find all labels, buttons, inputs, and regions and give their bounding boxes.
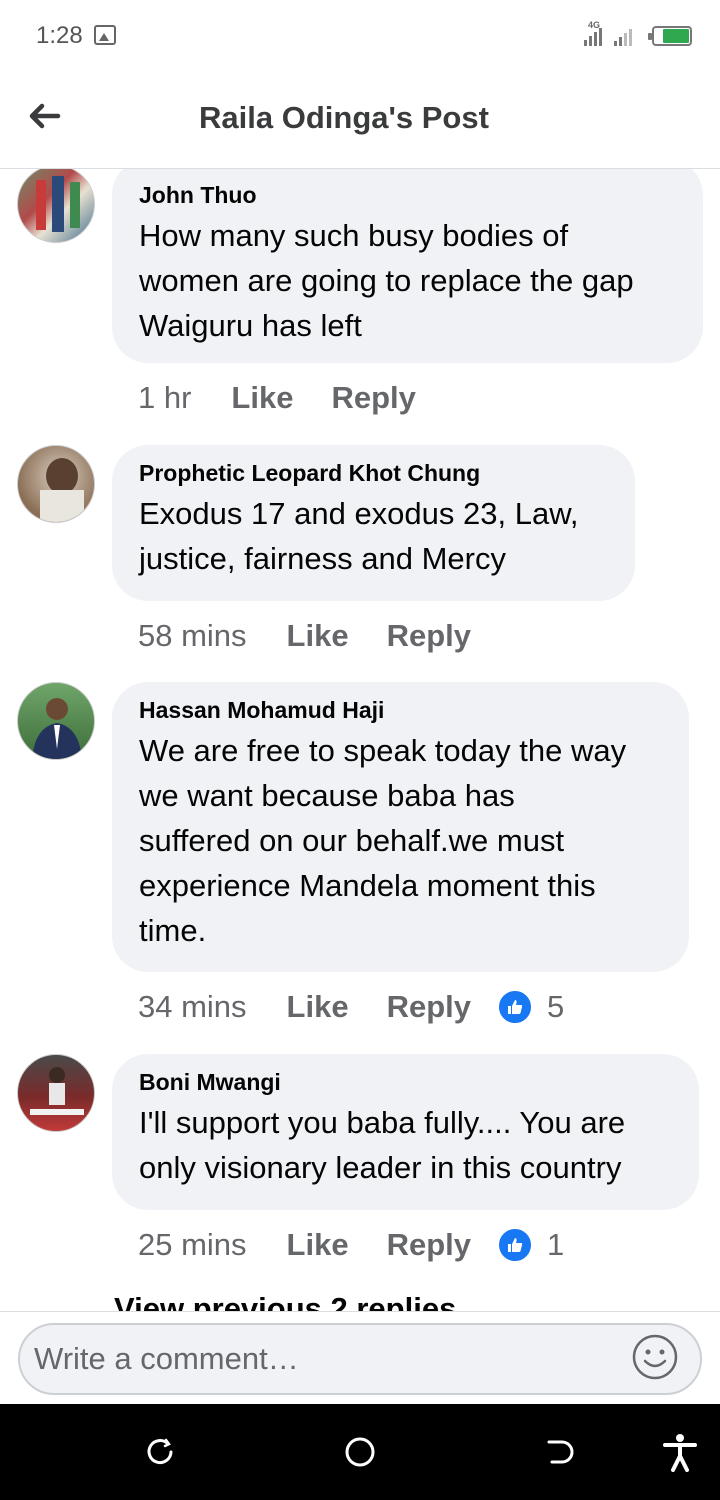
reaction-count[interactable]: 5: [547, 989, 564, 1025]
comment-bubble[interactable]: Hassan Mohamud Haji We are free to speak…: [112, 682, 689, 972]
comment-text: How many such busy bodies of women are g…: [139, 218, 634, 343]
smiley-icon: [632, 1334, 678, 1380]
avatar[interactable]: [17, 1054, 95, 1132]
recent-apps-button[interactable]: [140, 1432, 180, 1472]
comment-timestamp[interactable]: 25 mins: [138, 1227, 247, 1263]
comment-bubble[interactable]: John Thuo How many such busy bodies of w…: [112, 169, 703, 363]
comment-actions: 34 mins Like Reply 5: [138, 987, 564, 1027]
recent-apps-icon: [147, 1438, 173, 1465]
home-button[interactable]: [340, 1432, 380, 1472]
comment-bubble[interactable]: Boni Mwangi I'll support you baba fully.…: [112, 1054, 699, 1210]
reply-button[interactable]: Reply: [331, 380, 415, 416]
accessibility-icon: [663, 1434, 697, 1472]
gallery-notification-icon: [94, 25, 116, 45]
comment-author[interactable]: Hassan Mohamud Haji: [139, 696, 663, 724]
comment-timestamp[interactable]: 1 hr: [138, 380, 191, 416]
reply-button[interactable]: Reply: [387, 1227, 471, 1263]
avatar[interactable]: [17, 682, 95, 760]
thumbs-up-reaction-icon[interactable]: [497, 1227, 533, 1263]
view-previous-replies-link[interactable]: View previous 2 replies: [114, 1291, 456, 1311]
accessibility-button[interactable]: [660, 1432, 700, 1472]
reaction-count[interactable]: 1: [547, 1227, 564, 1263]
comments-list: John Thuo How many such busy bodies of w…: [0, 169, 720, 1311]
page-title: Raila Odinga's Post: [199, 100, 489, 135]
like-button[interactable]: Like: [287, 1227, 349, 1263]
comment-actions: 1 hr Like Reply: [138, 378, 454, 418]
avatar[interactable]: [17, 445, 95, 523]
comment-text: We are free to speak today the way we wa…: [139, 733, 627, 948]
signal-strength-icon-2: [614, 26, 632, 46]
home-icon: [345, 1437, 375, 1467]
comment-actions: 58 mins Like Reply: [138, 616, 509, 656]
reply-button[interactable]: Reply: [387, 989, 471, 1025]
comment-author[interactable]: Boni Mwangi: [139, 1068, 673, 1096]
comment-timestamp[interactable]: 34 mins: [138, 989, 247, 1025]
back-nav-button[interactable]: [540, 1432, 580, 1472]
emoji-button[interactable]: [630, 1332, 680, 1382]
comment-text: Exodus 17 and exodus 23, Law, justice, f…: [139, 496, 579, 576]
like-button[interactable]: Like: [231, 380, 293, 416]
signal-strength-icon: [584, 26, 602, 46]
reply-button[interactable]: Reply: [387, 618, 471, 654]
comment-timestamp[interactable]: 58 mins: [138, 618, 247, 654]
thumbs-up-reaction-icon[interactable]: [497, 989, 533, 1025]
avatar[interactable]: [17, 169, 95, 243]
comment-bubble[interactable]: Prophetic Leopard Khot Chung Exodus 17 a…: [112, 445, 635, 601]
comment-author[interactable]: Prophetic Leopard Khot Chung: [139, 459, 609, 487]
comment-text: I'll support you baba fully.... You are …: [139, 1105, 626, 1185]
system-navigation-bar: [0, 1404, 720, 1500]
post-header: Raila Odinga's Post: [0, 72, 720, 169]
battery-icon: [648, 26, 692, 46]
comment-input[interactable]: [18, 1323, 702, 1395]
status-time: 1:28: [36, 22, 83, 49]
comment-actions: 25 mins Like Reply 1: [138, 1225, 564, 1265]
comment-author[interactable]: John Thuo: [139, 181, 677, 209]
status-bar: 1:28 4G: [0, 0, 720, 72]
back-nav-icon: [547, 1440, 574, 1464]
like-button[interactable]: Like: [287, 618, 349, 654]
comment-composer: [0, 1311, 720, 1405]
like-button[interactable]: Like: [287, 989, 349, 1025]
